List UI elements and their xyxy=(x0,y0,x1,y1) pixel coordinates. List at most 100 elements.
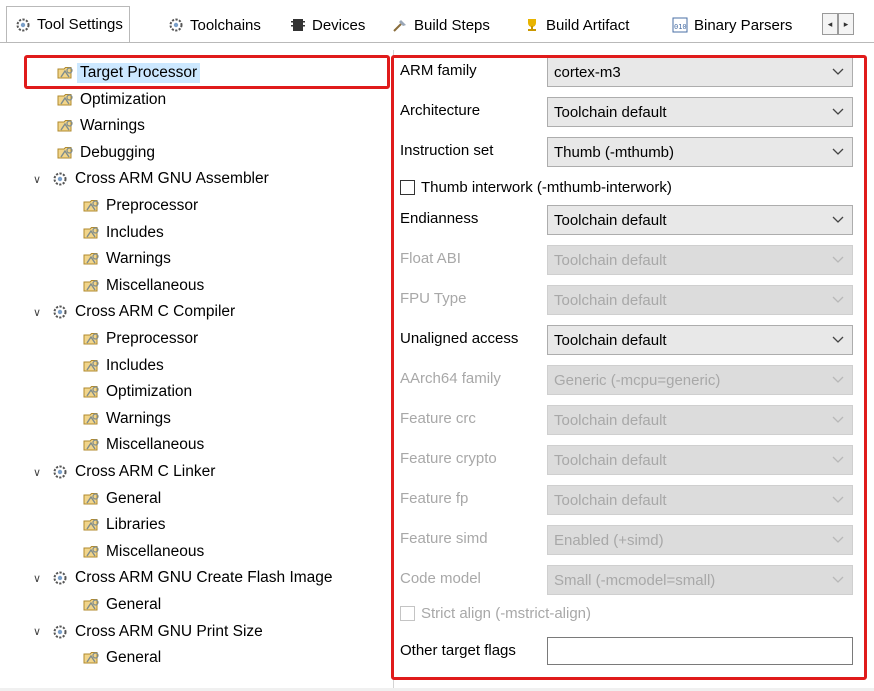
tree-item[interactable]: Optimization xyxy=(57,87,166,113)
tree-item[interactable]: General xyxy=(83,592,161,618)
architecture-select[interactable]: Toolchain default xyxy=(547,97,853,127)
tree-item[interactable]: Libraries xyxy=(83,512,165,538)
tree-item[interactable]: Warnings xyxy=(83,406,171,432)
field-label: ARM family xyxy=(400,62,477,79)
select-value: Toolchain default xyxy=(554,211,667,229)
tree-item[interactable]: General xyxy=(83,645,161,671)
field-label: Instruction set xyxy=(400,142,494,159)
settings-page-icon xyxy=(57,65,75,81)
fpu-type-row: FPU Type Toolchain default xyxy=(396,284,860,316)
feature-crypto-row: Feature crypto Toolchain default xyxy=(396,444,860,476)
instruction-set-select[interactable]: Thumb (-mthumb) xyxy=(547,137,853,167)
chevron-down-icon[interactable] xyxy=(832,144,844,158)
tree-item[interactable]: Preprocessor xyxy=(83,193,198,219)
tab-tool-settings[interactable]: Tool Settings xyxy=(6,6,130,42)
tree-item[interactable]: Warnings xyxy=(83,246,171,272)
tree-item[interactable]: Miscellaneous xyxy=(83,539,204,565)
architecture-row: Architecture Toolchain default xyxy=(396,96,860,128)
thumb-interwork-mthumb-interwork-checkbox[interactable] xyxy=(400,179,415,195)
settings-page-icon xyxy=(83,358,101,374)
chevron-down-icon[interactable] xyxy=(832,332,844,346)
field-label: Feature fp xyxy=(400,490,469,507)
tree-item[interactable]: Target Processor xyxy=(57,60,201,86)
chevron-down-icon[interactable] xyxy=(832,104,844,118)
tab-build-artifact[interactable]: Build Artifact xyxy=(516,8,635,42)
settings-page-icon xyxy=(57,118,75,134)
chip-icon xyxy=(290,17,306,33)
tree-tool-node[interactable]: ∨ Cross ARM C Compiler xyxy=(30,299,235,325)
tree-item-label: Warnings xyxy=(106,409,171,427)
tree-item-label: Preprocessor xyxy=(106,330,199,347)
aarch64-family-row: AArch64 family Generic (-mcpu=generic) xyxy=(396,364,860,396)
field-label: FPU Type xyxy=(400,290,467,307)
chevron-down-icon xyxy=(832,252,844,266)
tab-scroll-left-button[interactable]: ◂ xyxy=(822,13,838,35)
code-model-row: Code model Small (-mcmodel=small) xyxy=(396,564,860,596)
tree-item-label: Miscellaneous xyxy=(106,276,205,294)
settings-page-icon xyxy=(83,411,101,427)
endianness-select[interactable]: Toolchain default xyxy=(547,205,853,235)
other-target-flags-input[interactable] xyxy=(547,637,853,665)
settings-page-icon xyxy=(83,437,101,453)
tab-build-steps[interactable]: Build Steps xyxy=(384,8,496,42)
chevron-down-icon[interactable]: ∨ xyxy=(30,466,44,479)
tree-item[interactable]: Warnings xyxy=(57,113,145,139)
settings-page-icon xyxy=(83,544,101,560)
tab-label: Devices xyxy=(312,16,366,34)
tab-devices[interactable]: Devices xyxy=(282,8,371,42)
tree-item[interactable]: Debugging xyxy=(57,140,155,166)
chevron-down-icon[interactable]: ∨ xyxy=(30,625,44,638)
chevron-down-icon[interactable]: ∨ xyxy=(30,572,44,585)
settings-page-icon xyxy=(83,491,101,507)
field-label: Float ABI xyxy=(400,250,461,267)
tree-item[interactable]: General xyxy=(83,486,161,512)
select-value: Toolchain default xyxy=(554,103,667,121)
float-abi-select: Toolchain default xyxy=(547,245,853,275)
gear-icon xyxy=(52,171,70,187)
tree-tool-node[interactable]: ∨ Cross ARM GNU Create Flash Image xyxy=(30,565,333,591)
settings-page-icon xyxy=(83,650,101,666)
tab-scroll-right-button[interactable]: ▸ xyxy=(838,13,854,35)
chevron-down-icon xyxy=(832,452,844,466)
tab-toolchains[interactable]: Toolchains xyxy=(160,8,267,42)
chevron-down-icon xyxy=(832,292,844,306)
tree-item[interactable]: Preprocessor xyxy=(83,326,198,352)
chevron-down-icon[interactable]: ∨ xyxy=(30,306,44,319)
tree-item[interactable]: Includes xyxy=(83,220,164,246)
tab-label: Toolchains xyxy=(190,16,261,34)
tree-tool-node[interactable]: ∨ Cross ARM GNU Print Size xyxy=(30,619,263,645)
unaligned-access-select[interactable]: Toolchain default xyxy=(547,325,853,355)
tree-item[interactable]: Miscellaneous xyxy=(83,273,204,299)
tree-item[interactable]: Miscellaneous xyxy=(83,432,204,458)
field-label: Feature simd xyxy=(400,530,488,547)
thumb-interwork-mthumb-interwork-checkbox-row[interactable]: Thumb interwork (-mthumb-interwork) xyxy=(400,175,672,199)
field-label: AArch64 family xyxy=(400,370,501,387)
chevron-down-icon[interactable] xyxy=(832,64,844,78)
chevron-down-icon[interactable] xyxy=(832,212,844,226)
tab-label: Binary Parsers xyxy=(694,16,793,34)
tool-settings-tree: Target Processor Optimization Warnings Debu… xyxy=(0,50,394,691)
feature-simd-row: Feature simd Enabled (+simd) xyxy=(396,524,860,556)
settings-page-icon xyxy=(83,517,101,533)
select-value: Thumb (-mthumb) xyxy=(554,143,675,161)
unaligned-access-row: Unaligned access Toolchain default xyxy=(396,324,860,356)
tree-tool-node[interactable]: ∨ Cross ARM C Linker xyxy=(30,459,215,485)
field-label: Code model xyxy=(400,570,481,587)
select-value: Toolchain default xyxy=(554,451,667,469)
tree-item-label: Miscellaneous xyxy=(106,542,205,560)
strict-align-mstrict-align-checkbox xyxy=(400,605,415,621)
tab-separator xyxy=(0,42,874,43)
settings-page-icon xyxy=(83,331,101,347)
arm-family-select[interactable]: cortex-m3 xyxy=(547,57,853,87)
tab-binary-parsers[interactable]: 010 Binary Parsers xyxy=(664,8,798,42)
tab-scroll-buttons: ◂ ▸ xyxy=(822,13,854,35)
tree-tool-node[interactable]: ∨ Cross ARM GNU Assembler xyxy=(30,166,269,192)
chevron-down-icon[interactable]: ∨ xyxy=(30,173,44,186)
field-label: Endianness xyxy=(400,210,479,227)
tree-item[interactable]: Optimization xyxy=(83,379,192,405)
field-label: Other target flags xyxy=(400,642,516,659)
tree-item-label: Preprocessor xyxy=(106,197,199,214)
tree-item[interactable]: Includes xyxy=(83,353,164,379)
settings-page-icon xyxy=(57,145,75,161)
tree-item-label: Includes xyxy=(106,356,164,374)
